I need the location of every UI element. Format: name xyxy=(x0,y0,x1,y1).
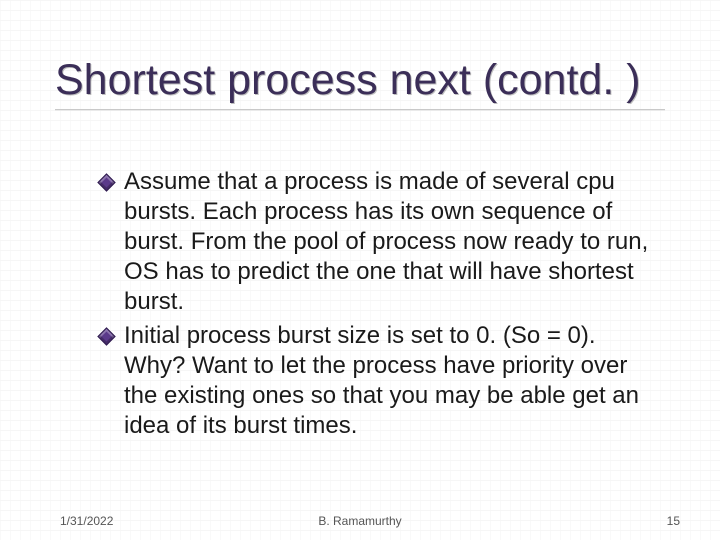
bullet-item: Initial process burst size is set to 0. … xyxy=(100,321,655,441)
body-area: Assume that a process is made of several… xyxy=(100,167,655,445)
bullet-item: Assume that a process is made of several… xyxy=(100,167,655,317)
slide: Shortest process next (contd. ) Assume t… xyxy=(0,0,720,540)
diamond-bullet-icon xyxy=(97,327,115,345)
footer-author: B. Ramamurthy xyxy=(0,514,720,528)
bullet-text: Initial process burst size is set to 0. … xyxy=(124,322,639,439)
title-area: Shortest process next (contd. ) xyxy=(55,58,665,110)
title-underline xyxy=(55,109,665,110)
diamond-bullet-icon xyxy=(97,173,115,191)
slide-title: Shortest process next (contd. ) xyxy=(55,58,665,103)
footer: 1/31/2022 B. Ramamurthy 15 xyxy=(0,514,720,528)
bullet-text: Assume that a process is made of several… xyxy=(124,168,648,315)
